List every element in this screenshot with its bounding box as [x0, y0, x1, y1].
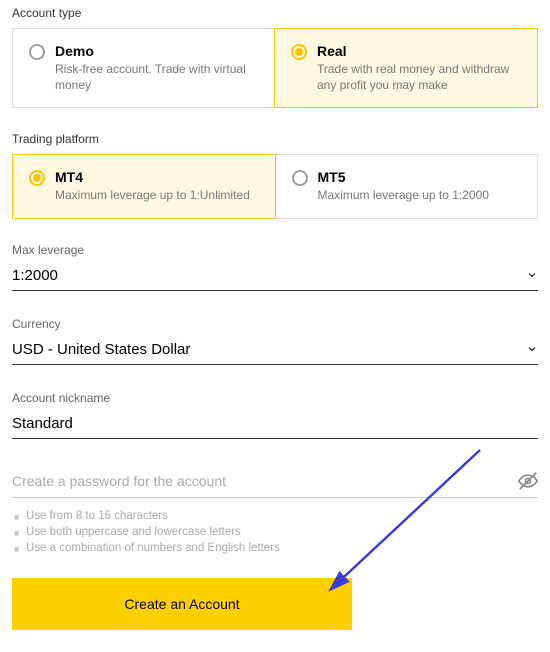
account-nickname-input[interactable]: Standard: [12, 409, 538, 439]
trading-platform-group: MT4 Maximum leverage up to 1:Unlimited M…: [12, 154, 538, 218]
chevron-down-icon: [526, 269, 538, 281]
password-field[interactable]: [12, 465, 538, 498]
radio-title: Demo: [55, 43, 259, 59]
account-nickname-value: Standard: [12, 415, 73, 432]
password-rule: Use both uppercase and lowercase letters: [12, 524, 538, 540]
radio-title: MT4: [55, 169, 259, 185]
radio-desc: Maximum leverage up to 1:Unlimited: [55, 187, 259, 203]
radio-icon: [29, 44, 45, 60]
platform-mt4[interactable]: MT4 Maximum leverage up to 1:Unlimited: [12, 154, 276, 218]
radio-title: MT5: [318, 169, 522, 185]
currency-value: USD - United States Dollar: [12, 341, 190, 358]
radio-desc: Risk-free account. Trade with virtual mo…: [55, 61, 259, 93]
password-rules: Use from 8 to 15 characters Use both upp…: [12, 508, 538, 556]
max-leverage-select[interactable]: 1:2000: [12, 261, 538, 291]
password-rule: Use a combination of numbers and English…: [12, 540, 538, 556]
account-nickname-label: Account nickname: [12, 391, 538, 405]
max-leverage-value: 1:2000: [12, 267, 58, 284]
trading-platform-label: Trading platform: [12, 132, 538, 146]
radio-icon: [292, 170, 308, 186]
eye-off-icon[interactable]: [518, 471, 538, 491]
currency-select[interactable]: USD - United States Dollar: [12, 335, 538, 365]
radio-desc: Maximum leverage up to 1:2000: [318, 187, 522, 203]
account-type-demo[interactable]: Demo Risk-free account. Trade with virtu…: [13, 29, 275, 107]
currency-label: Currency: [12, 317, 538, 331]
password-input[interactable]: [12, 473, 518, 489]
radio-icon: [29, 170, 45, 186]
max-leverage-label: Max leverage: [12, 243, 538, 257]
account-type-label: Account type: [12, 6, 538, 20]
password-rule: Use from 8 to 15 characters: [12, 508, 538, 524]
radio-title: Real: [317, 43, 521, 59]
radio-icon: [291, 44, 307, 60]
create-account-button[interactable]: Create an Account: [12, 578, 352, 630]
platform-mt5[interactable]: MT5 Maximum leverage up to 1:2000: [275, 155, 538, 217]
account-type-real[interactable]: Real Trade with real money and withdraw …: [274, 28, 538, 108]
account-type-group: Demo Risk-free account. Trade with virtu…: [12, 28, 538, 108]
chevron-down-icon: [526, 343, 538, 355]
radio-desc: Trade with real money and withdraw any p…: [317, 61, 521, 93]
